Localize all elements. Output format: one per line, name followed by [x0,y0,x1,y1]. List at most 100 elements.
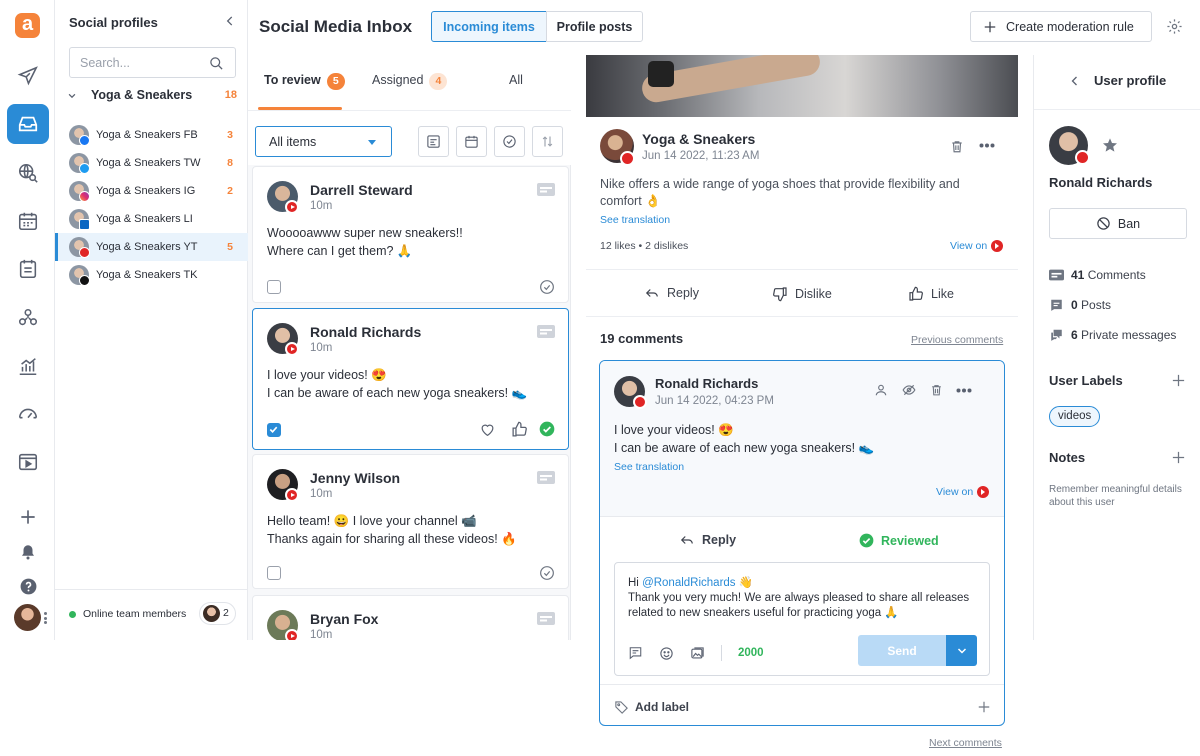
team-icon[interactable] [14,304,42,332]
more-horizontal-icon[interactable] [979,143,995,148]
app-logo[interactable]: a [15,13,40,38]
add-note-plus-icon[interactable] [1171,450,1186,465]
avatar [203,605,220,622]
notes-placeholder[interactable]: Remember meaningful details about this u… [1049,483,1189,509]
video-icon[interactable] [14,448,42,476]
trash-icon[interactable] [950,139,964,154]
see-translation-link[interactable]: See translation [614,461,684,473]
user-icon[interactable] [874,383,888,397]
send-button[interactable]: Send [858,635,946,666]
profile-item-fb[interactable]: Yoga & Sneakers FB 3 [55,121,248,149]
chevron-down-icon[interactable] [67,91,77,101]
view-on-youtube-link[interactable]: View on [950,240,1004,252]
filter-settings-button[interactable] [418,126,449,157]
items-filter-select[interactable]: All items [255,126,392,157]
stat-label: Private messages [1081,328,1177,342]
search-icon[interactable] [209,56,224,71]
online-status-dot [69,611,76,618]
image-icon[interactable] [690,646,705,661]
gear-icon[interactable] [1166,18,1183,35]
send-options-button[interactable] [946,635,977,666]
post-text: Nike offers a wide range of yoga shoes t… [600,177,960,208]
inbox-item-card[interactable]: Darrell Steward 10m Wooooawww super new … [252,166,569,303]
user-label-chip[interactable]: videos [1049,406,1101,427]
plus-icon [983,20,997,34]
thumbs-up-icon[interactable] [511,421,528,438]
inbox-item-card[interactable]: Bryan Fox 10m [252,595,569,640]
ban-button[interactable]: Ban [1049,208,1187,239]
bell-icon[interactable] [14,538,42,566]
profile-item-li[interactable]: Yoga & Sneakers LI [55,205,248,233]
profile-item-yt[interactable]: Yoga & Sneakers YT 5 [55,233,248,261]
post-image[interactable] [586,55,1018,117]
view-on-youtube-link[interactable]: View on [936,486,990,498]
see-translation-link[interactable]: See translation [600,214,670,226]
like-button[interactable]: Like [908,286,954,302]
tab-all[interactable]: All [509,73,523,87]
inbox-item-card[interactable]: Jenny Wilson 10m Hello team! 😀 I love yo… [252,454,569,589]
dashboard-icon[interactable] [14,400,42,428]
reply-composer[interactable]: Hi @RonaldRichards 👋 Thank you very much… [614,562,990,676]
sort-button[interactable] [532,126,563,157]
profile-item-tk[interactable]: Yoga & Sneakers TK [55,261,248,289]
more-horizontal-icon[interactable] [956,388,972,393]
calendar-icon[interactable] [14,207,42,235]
star-icon[interactable] [1102,137,1118,153]
emoji-icon[interactable] [659,646,674,661]
heart-icon[interactable] [479,422,496,438]
saved-replies-icon[interactable] [628,646,643,660]
online-members-pill[interactable]: 2 [199,602,236,625]
profile-count: 8 [227,157,233,169]
mark-reviewed-icon[interactable] [539,565,555,581]
check-circle-icon [859,533,874,548]
reviewed-status[interactable]: Reviewed [859,533,939,548]
hide-eye-icon[interactable] [901,383,917,397]
comment-reply-button[interactable]: Reply [679,533,736,547]
profile-search-input[interactable] [80,54,200,72]
inbox-item-card-selected[interactable]: Ronald Richards 10m I love your videos! … [252,308,569,450]
plus-icon[interactable] [14,503,42,531]
select-checkbox[interactable] [267,566,281,580]
add-label-plus-icon[interactable] [1171,373,1186,388]
mark-reviewed-icon[interactable] [539,279,555,295]
comment-text-line: I love your videos! 😍 [614,423,734,437]
tab-label: All [509,73,523,87]
select-checkbox-checked[interactable] [267,423,281,437]
tab-assigned[interactable]: Assigned 4 [372,73,448,90]
dislike-button[interactable]: Dislike [772,286,832,302]
profile-name: Yoga & Sneakers TW [96,157,201,169]
help-icon[interactable] [14,572,42,600]
plus-icon[interactable] [977,700,991,714]
trash-icon[interactable] [930,383,943,397]
next-comments-link[interactable]: Next comments [929,737,1002,749]
date-filter-button[interactable] [456,126,487,157]
reply-button[interactable]: Reply [644,286,699,300]
instagram-icon [79,191,90,202]
comment-body: Ronald Richards Jun 14 2022, 04:23 PM I … [600,361,1004,516]
reviewed-check-icon[interactable] [539,421,555,437]
group-name: Yoga & Sneakers [91,88,193,102]
previous-comments-link[interactable]: Previous comments [911,334,1003,346]
add-label-row[interactable]: Add label [600,684,1004,725]
tab-profile-posts[interactable]: Profile posts [546,11,643,42]
reply-mention[interactable]: @RonaldRichards [642,577,736,589]
more-vertical-icon[interactable] [44,612,47,624]
send-icon[interactable] [14,62,42,90]
globe-search-icon[interactable] [14,159,42,187]
profile-group[interactable]: Yoga & Sneakers 18 [67,87,237,105]
tab-to-review[interactable]: To review 5 [264,73,345,90]
create-moderation-rule-button[interactable]: Create moderation rule [970,11,1152,42]
analytics-icon[interactable] [14,352,42,380]
tab-incoming-items[interactable]: Incoming items [431,11,547,42]
profile-item-ig[interactable]: Yoga & Sneakers IG 2 [55,177,248,205]
select-checkbox[interactable] [267,280,281,294]
inbox-icon[interactable] [7,104,49,144]
mark-reviewed-button[interactable] [494,126,525,157]
collapse-sidebar-icon[interactable] [223,14,237,28]
reply-input[interactable]: Hi @RonaldRichards 👋 Thank you very much… [628,576,978,621]
back-icon[interactable] [1069,75,1081,87]
report-icon[interactable] [14,255,42,283]
comment-date: Jun 14 2022, 04:23 PM [655,395,774,407]
current-user-avatar[interactable] [14,604,41,631]
profile-item-tw[interactable]: Yoga & Sneakers TW 8 [55,149,248,177]
